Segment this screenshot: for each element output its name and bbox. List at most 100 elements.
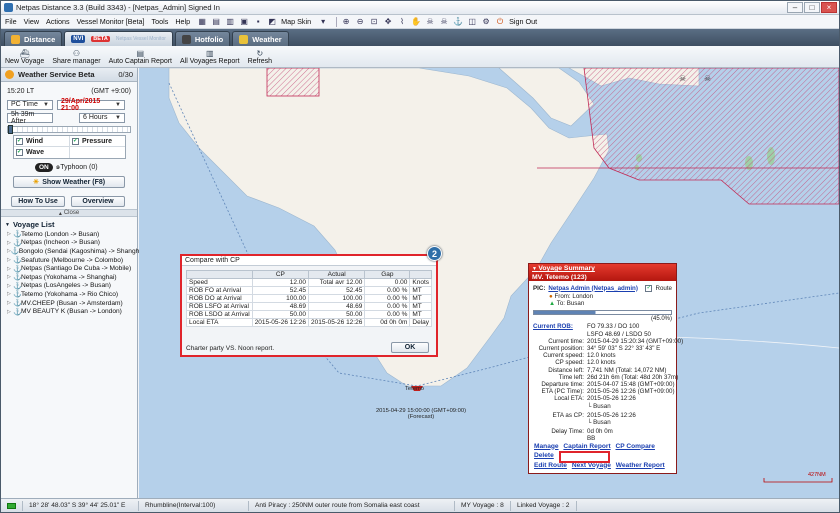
date-select[interactable]: 29/Apr/2015 21:00 ▼	[57, 98, 125, 112]
layers-icon[interactable]: ◫	[467, 17, 477, 27]
pressure-checkbox[interactable]: ✓	[72, 137, 79, 145]
table-cell: 0d 0h 0m	[364, 318, 411, 327]
ruler-icon[interactable]: ▤	[211, 17, 221, 27]
menu-actions[interactable]: Actions	[46, 17, 70, 26]
voyage-list-header: ▼ Voyage List	[1, 219, 137, 230]
eta-cp-sub-row: └ Busan	[533, 419, 672, 426]
scale-bar	[763, 478, 833, 483]
ok-button[interactable]: OK	[391, 342, 429, 353]
captain-report-link[interactable]: Captain Report	[563, 443, 610, 450]
voyage-list-item[interactable]: ▷ ⚓ Netpas (Santiago De Cuba -> Mobile)	[1, 264, 137, 273]
refresh-button[interactable]: ↻ Refresh	[248, 49, 273, 67]
minimize-button[interactable]: –	[787, 2, 803, 13]
share-manager-button[interactable]: ⚇ Share manager	[52, 49, 100, 67]
tab-weather[interactable]: Weather	[232, 31, 289, 46]
sign-out-menu[interactable]: Sign Out	[509, 17, 537, 26]
wind-toggle[interactable]: ✓ Wind	[14, 136, 69, 146]
voyage-list-item[interactable]: ▷ ⚓ Seafuture (Melbourne -> Colombo)	[1, 256, 137, 265]
voyage-list-item[interactable]: ▷ ⚓ MV BEAUTY K (Busan -> London)	[1, 307, 137, 316]
typhoon-label: Typhoon (0)	[60, 164, 98, 171]
print-icon[interactable]: ▣	[239, 17, 249, 27]
slider-thumb[interactable]	[8, 125, 13, 134]
current-rob-link[interactable]: Current ROB:	[533, 323, 587, 330]
menu-view[interactable]: View	[24, 17, 39, 26]
wave-toggle[interactable]: ✓ Wave	[14, 147, 69, 158]
tab-hotfolio[interactable]: Hotfolio	[174, 31, 231, 46]
grid-icon[interactable]: ▦	[197, 17, 207, 27]
voyage-list-item[interactable]: ▷ ⚓ Bongolo (Sendai (Kagoshima) -> Shangha…	[1, 247, 144, 256]
piracy-zone-icon[interactable]: ☠	[439, 17, 449, 27]
all-voyages-report-button[interactable]: ▥ All Voyages Report	[180, 49, 240, 67]
manage-link[interactable]: Manage	[534, 443, 559, 450]
new-voyage-button[interactable]: ⛴ New Voyage	[5, 49, 44, 67]
weather-service-title: Weather Service Beta	[18, 70, 95, 79]
voyage-list-item[interactable]: ▷ ⚓ Netpas (Yokohama -> Shanghai)	[1, 273, 137, 282]
pressure-toggle[interactable]: ✓ Pressure	[69, 136, 125, 146]
zoom-out-icon[interactable]: ⊖	[355, 17, 365, 27]
maximize-button[interactable]: □	[804, 2, 820, 13]
typhoon-on-toggle[interactable]: ON	[35, 163, 53, 172]
auto-captain-report-button[interactable]: ▤ Auto Captain Report	[109, 49, 172, 67]
map-skin-menu[interactable]: Map Skin	[281, 17, 311, 26]
distance-icon	[11, 34, 20, 44]
voyage-list-item[interactable]: ▷ ⚓ Netpas (Incheon -> Busan)	[1, 239, 137, 248]
how-to-use-button[interactable]: How To Use	[11, 196, 65, 207]
port-icon[interactable]: ⚓	[453, 17, 463, 27]
summary-field-value: 2015-04-07 15:48 (GMT+09:00)	[587, 381, 675, 389]
sign-out-icon[interactable]: ⏻	[495, 17, 505, 27]
collapse-icon[interactable]: ▼	[5, 222, 10, 228]
wind-checkbox[interactable]: ✓	[16, 137, 23, 145]
voyage-list-item[interactable]: ▷ ⚓ MV.CHEEP (Busan -> Amsterdam)	[1, 299, 137, 308]
table-cell: MT	[409, 294, 432, 303]
captain-report-highlight	[559, 451, 610, 463]
rob-line-2: LSFO 48.69 / LSDO 50	[587, 330, 651, 338]
close-panel-button[interactable]: ▴ Close	[1, 209, 137, 217]
map-icon[interactable]: ◩	[267, 17, 277, 27]
menu-vessel-monitor[interactable]: Vessel Monitor [Beta]	[77, 17, 145, 26]
close-button[interactable]: ×	[821, 2, 837, 13]
save-icon[interactable]: ▪	[253, 17, 263, 27]
pic-link[interactable]: Netpas Admin (Netpas_admin)	[548, 285, 638, 292]
local-eta-sub-row: └ Busan	[533, 403, 672, 410]
table-cell: Local ETA	[186, 318, 253, 327]
overview-button[interactable]: Overview	[71, 196, 125, 207]
legend-icon[interactable]: ▥	[225, 17, 235, 27]
zoom-in-icon[interactable]: ⊕	[341, 17, 351, 27]
settings-icon[interactable]: ⚙	[481, 17, 491, 27]
time-slider[interactable]	[7, 125, 131, 134]
zoom-window-icon[interactable]: ⊡	[369, 17, 379, 27]
voyage-list-title: Voyage List	[12, 220, 55, 229]
voyage-list-item[interactable]: ▷ ⚓ Tetemo (London -> Busan)	[1, 230, 137, 239]
after-field[interactable]: 5h 39m After	[7, 110, 53, 125]
table-cell: 0.00 %	[364, 302, 411, 311]
cp-compare-link[interactable]: CP Compare	[616, 443, 655, 450]
tab-distance[interactable]: Distance	[4, 31, 63, 46]
table-cell: 52.45	[308, 286, 366, 295]
route-icon[interactable]: ⌇	[397, 17, 407, 27]
route-checkbox[interactable]: ✓	[645, 284, 653, 292]
compare-with-cp-dialog: Compare with CP CP Actual Gap Speed 12.00…	[180, 254, 438, 357]
wave-checkbox[interactable]: ✓	[16, 149, 23, 156]
voyage-summary-title[interactable]: ▼ Voyage Summary	[532, 265, 673, 274]
fit-icon[interactable]: ✥	[383, 17, 393, 27]
route-toggle[interactable]: ✓ Route	[645, 284, 672, 292]
delete-link[interactable]: Delete	[534, 452, 554, 459]
table-cell: Total avr 12.00	[308, 278, 366, 287]
weather-report-link[interactable]: Weather Report	[616, 462, 665, 469]
weather-icon: ☀	[32, 179, 40, 186]
after-value: 5h 39m After	[11, 110, 35, 125]
piracy-icon[interactable]: ☠	[425, 17, 435, 27]
title-bar: Netpas Distance 3.3 (Build 3343) - [Netp…	[1, 1, 839, 15]
interval-select[interactable]: 6 Hours ▼	[79, 112, 125, 123]
menu-file[interactable]: File	[5, 17, 17, 26]
rob-row: Current ROB: FO 79.33 / DO 100	[533, 323, 672, 330]
show-weather-button[interactable]: ☀ Show Weather (F8)	[13, 176, 125, 188]
voyage-list-item[interactable]: ▷ ⚓ Netpas (LosAngeles -> Busan)	[1, 282, 137, 291]
menu-tools[interactable]: Tools	[152, 17, 169, 26]
weather-layers: ✓ Wind ✓ Pressure ✓ Wave	[13, 135, 126, 159]
pan-icon[interactable]: ✋	[411, 17, 421, 27]
voyage-list-item[interactable]: ▷ ⚓ Tetemo (Yokohama -> Rio Chico)	[1, 290, 137, 299]
time-mode-select[interactable]: PC Time ▼	[7, 99, 53, 110]
tab-nvi[interactable]: NVI BETA Netpas Vessel Monitor	[64, 31, 173, 46]
menu-help[interactable]: Help	[175, 17, 190, 26]
